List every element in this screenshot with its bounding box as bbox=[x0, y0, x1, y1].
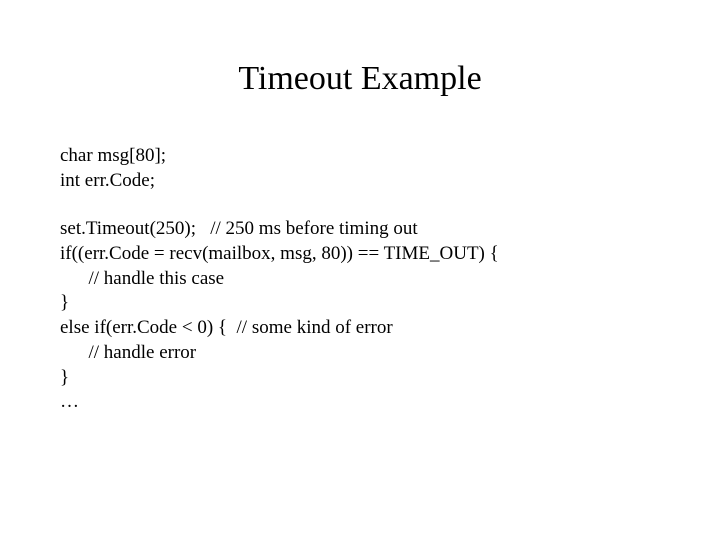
code-line: // handle error bbox=[60, 341, 660, 366]
code-line: … bbox=[60, 390, 660, 415]
code-line: } bbox=[60, 366, 660, 391]
code-line: else if(err.Code < 0) { // some kind of … bbox=[60, 316, 660, 341]
blank-line bbox=[60, 193, 660, 217]
code-block: char msg[80]; int err.Code; set.Timeout(… bbox=[60, 144, 660, 415]
code-line: char msg[80]; bbox=[60, 144, 660, 169]
code-line: if((err.Code = recv(mailbox, msg, 80)) =… bbox=[60, 242, 660, 267]
code-line: set.Timeout(250); // 250 ms before timin… bbox=[60, 217, 660, 242]
code-line: // handle this case bbox=[60, 267, 660, 292]
code-line: int err.Code; bbox=[60, 169, 660, 194]
code-line: } bbox=[60, 291, 660, 316]
slide-title: Timeout Example bbox=[60, 60, 660, 98]
